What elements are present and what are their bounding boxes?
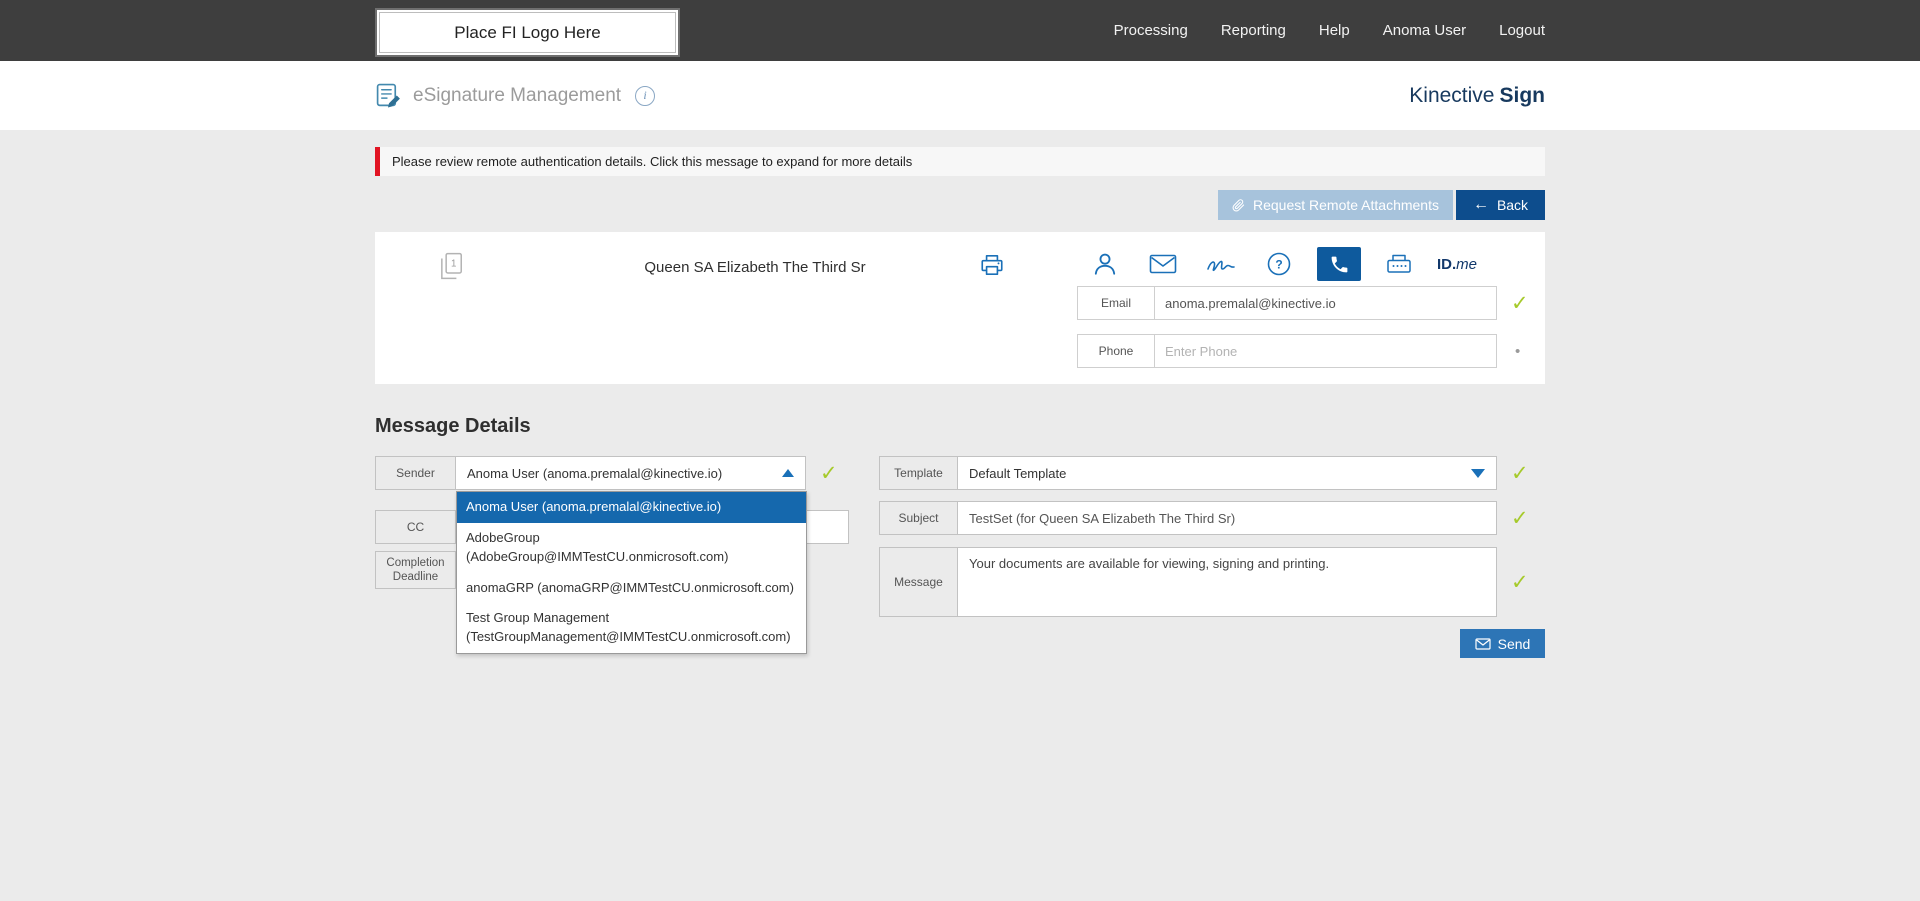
svg-text:?: ? (1275, 258, 1282, 272)
template-row: Template Default Template ✓ (879, 456, 1529, 490)
email-valid-check-icon: ✓ (1511, 293, 1529, 314)
sender-dropdown[interactable]: Anoma User (anoma.premalal@kinective.io) (456, 456, 806, 490)
fi-logo-label: Place FI Logo Here (454, 23, 600, 43)
template-dropdown[interactable]: Default Template (958, 456, 1497, 490)
auth-phone-icon[interactable] (1317, 247, 1361, 281)
back-button[interactable]: ← Back (1456, 190, 1545, 220)
recipient-card: 1 Queen SA Elizabeth The Third Sr (375, 232, 1545, 384)
request-remote-attachments-button[interactable]: Request Remote Attachments (1218, 190, 1453, 220)
idme-italic: me (1456, 256, 1477, 273)
app-header: eSignature Management i Kinective Sign (0, 61, 1920, 130)
sender-option-test-group-management[interactable]: Test Group Management (TestGroupManageme… (457, 603, 806, 653)
top-bar: Place FI Logo Here Processing Reporting … (0, 0, 1920, 61)
send-envelope-icon (1475, 638, 1491, 650)
send-label: Send (1498, 636, 1531, 652)
message-row: Message Your documents are available for… (879, 547, 1529, 617)
esignature-icon (375, 82, 402, 109)
svg-text:1: 1 (451, 259, 456, 270)
email-label: Email (1077, 286, 1155, 320)
brand-logo: Kinective Sign (1409, 61, 1545, 130)
brand-bold: Sign (1500, 84, 1546, 108)
cc-label: CC (375, 510, 456, 544)
message-label: Message (879, 547, 958, 617)
back-arrow-icon: ← (1473, 197, 1489, 213)
auth-fax-icon[interactable] (1379, 247, 1419, 281)
send-button[interactable]: Send (1460, 629, 1545, 658)
chevron-up-icon[interactable] (782, 469, 794, 477)
phone-status-dot: • (1515, 344, 1520, 359)
message-textarea[interactable]: Your documents are available for viewing… (958, 547, 1497, 617)
phone-input[interactable] (1155, 335, 1496, 367)
template-valid-check-icon: ✓ (1511, 463, 1529, 484)
template-label: Template (879, 456, 958, 490)
completion-deadline-label: Completion Deadline (375, 551, 456, 589)
subject-label: Subject (879, 501, 958, 535)
sender-value: Anoma User (anoma.premalal@kinective.io) (467, 466, 782, 481)
alert-text: Please review remote authentication deta… (392, 154, 912, 169)
nav-user-menu[interactable]: Anoma User (1383, 22, 1466, 39)
nav-reporting[interactable]: Reporting (1221, 22, 1286, 39)
printer-icon[interactable] (979, 252, 1005, 278)
email-row: Email ✓ (1077, 286, 1529, 320)
fi-logo-placeholder[interactable]: Place FI Logo Here (375, 8, 680, 57)
nav-logout[interactable]: Logout (1499, 22, 1545, 39)
back-label: Back (1497, 197, 1528, 213)
email-input[interactable] (1155, 287, 1496, 319)
sender-valid-check-icon: ✓ (820, 463, 838, 484)
remote-auth-alert[interactable]: Please review remote authentication deta… (375, 147, 1545, 176)
recipient-name: Queen SA Elizabeth The Third Sr (605, 259, 905, 276)
subject-input[interactable] (969, 502, 1485, 534)
auth-email-icon[interactable] (1143, 247, 1183, 281)
sender-option-adobegroup[interactable]: AdobeGroup (AdobeGroup@IMMTestCU.onmicro… (457, 523, 806, 573)
request-remote-attachments-label: Request Remote Attachments (1253, 197, 1439, 213)
message-details-form: Sender Anoma User (anoma.premalal@kinect… (375, 456, 1545, 696)
nav-help[interactable]: Help (1319, 22, 1350, 39)
auth-signature-icon[interactable] (1201, 247, 1241, 281)
phone-row: Phone • (1077, 334, 1520, 368)
info-icon[interactable]: i (635, 86, 655, 106)
auth-user-icon[interactable] (1085, 247, 1125, 281)
idme-bold: ID. (1437, 256, 1456, 273)
subject-field[interactable] (958, 501, 1497, 535)
sender-row: Sender Anoma User (anoma.premalal@kinect… (375, 456, 838, 490)
auth-idme-logo[interactable]: ID.me (1437, 256, 1477, 273)
paperclip-icon (1232, 198, 1245, 213)
subject-row: Subject ✓ (879, 501, 1529, 535)
brand-regular: Kinective (1409, 84, 1494, 108)
sender-option-anomagrp[interactable]: anomaGRP (anomaGRP@IMMTestCU.onmicrosoft… (457, 573, 806, 604)
chevron-down-icon[interactable] (1471, 469, 1485, 478)
document-stack-icon: 1 (439, 252, 463, 280)
page-title: eSignature Management (413, 85, 621, 107)
main-content: Please review remote authentication deta… (0, 147, 1920, 696)
nav-processing[interactable]: Processing (1114, 22, 1188, 39)
message-value: Your documents are available for viewing… (969, 556, 1485, 571)
sender-option-anoma-user[interactable]: Anoma User (anoma.premalal@kinective.io) (457, 492, 806, 523)
phone-label: Phone (1077, 334, 1155, 368)
top-navigation: Processing Reporting Help Anoma User Log… (1114, 0, 1545, 61)
sender-label: Sender (375, 456, 456, 490)
template-value: Default Template (969, 466, 1471, 481)
action-button-row: Request Remote Attachments ← Back (375, 190, 1545, 220)
sender-dropdown-list: Anoma User (anoma.premalal@kinective.io)… (456, 491, 807, 654)
subject-valid-check-icon: ✓ (1511, 508, 1529, 529)
auth-question-badge-icon[interactable]: ? (1259, 247, 1299, 281)
message-valid-check-icon: ✓ (1511, 572, 1529, 593)
auth-method-row: ? (1085, 247, 1477, 281)
message-details-heading: Message Details (375, 415, 1545, 438)
